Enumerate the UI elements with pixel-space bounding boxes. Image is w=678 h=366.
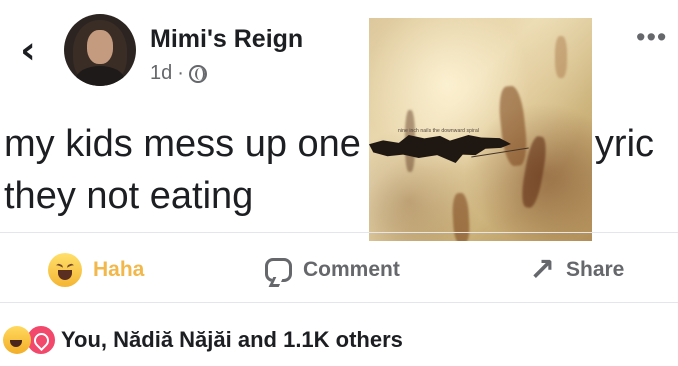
comment-label: Comment	[303, 258, 400, 281]
more-horizontal-icon[interactable]: •••	[636, 24, 670, 52]
meta-separator: ·	[177, 62, 184, 84]
comment-icon	[265, 258, 292, 282]
post-text-line-1-end: yric	[594, 123, 655, 165]
comment-button[interactable]: Comment	[265, 244, 400, 296]
reaction-summary[interactable]: You, Nădiă Năjăi and 1.1K others	[3, 323, 403, 357]
haha-label: Haha	[93, 258, 145, 281]
post-time: 1d	[150, 62, 173, 84]
post-meta: 1d ·	[150, 62, 207, 85]
haha-icon	[48, 253, 82, 287]
haha-reaction-icon	[3, 326, 31, 354]
action-divider-top	[0, 232, 678, 233]
haha-button[interactable]: Haha	[48, 244, 144, 296]
share-label: Share	[565, 258, 625, 281]
post-actions: Haha Comment ↗ Share	[0, 244, 678, 296]
album-stain	[496, 84, 530, 168]
author-avatar[interactable]	[64, 14, 136, 86]
post-text-line-1: my kids mess up one	[4, 123, 361, 165]
share-icon: ↗	[529, 251, 555, 288]
back-button[interactable]: ‹	[12, 30, 44, 70]
globe-icon	[188, 64, 207, 83]
reaction-summary-text: You, Nădiă Năjăi and 1.1K others	[61, 327, 403, 352]
share-button[interactable]: ↗ Share	[529, 244, 624, 296]
album-stain	[451, 192, 471, 241]
album-cover-overlay: nine inch nails the downward spiral	[369, 18, 592, 241]
album-stain	[555, 36, 567, 78]
action-divider-bottom	[0, 302, 678, 303]
album-dark-mark	[369, 135, 511, 163]
author-name[interactable]: Mimi's Reign	[150, 25, 303, 54]
album-caption: nine inch nails the downward spiral	[398, 128, 480, 134]
